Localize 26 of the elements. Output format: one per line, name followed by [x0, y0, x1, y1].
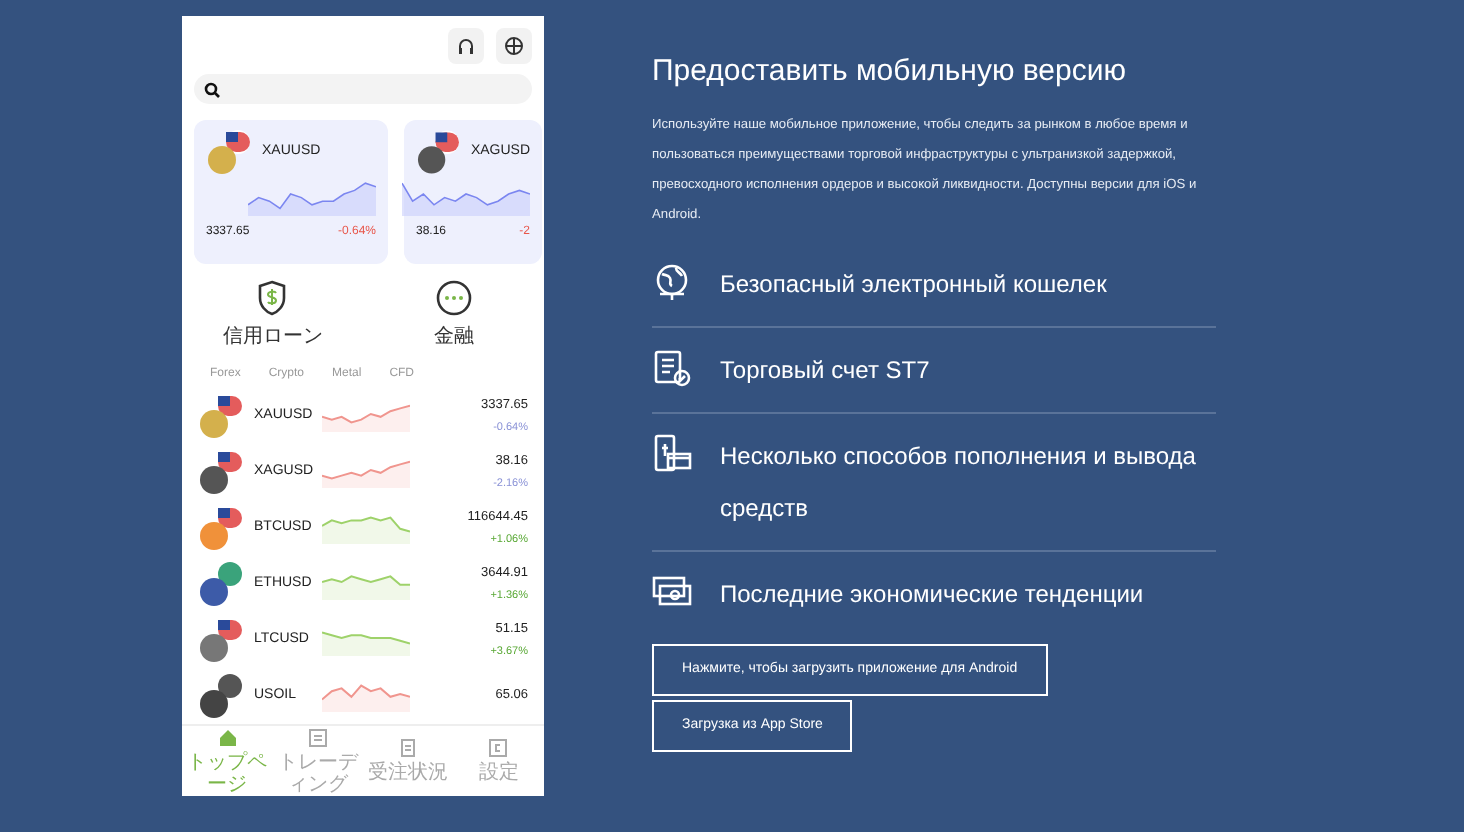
- asset-pair-icon: [198, 504, 246, 552]
- asset-pair-icon: [198, 392, 246, 440]
- search-field[interactable]: [194, 74, 532, 104]
- search-icon: [204, 81, 220, 97]
- feature-label: Торговый счет ST7: [720, 354, 930, 388]
- globe-icon: [652, 262, 692, 302]
- shield-dollar-icon[interactable]: [256, 280, 289, 316]
- more-icon[interactable]: [435, 280, 472, 316]
- headset-icon[interactable]: [448, 28, 484, 64]
- asset-pair-icon: [206, 128, 254, 176]
- feature-label: Безопасный электронный кошелек: [720, 268, 1107, 302]
- phone-card-icon: [652, 434, 692, 474]
- document-check-icon: [652, 348, 692, 388]
- asset-pair-icon: [198, 616, 246, 664]
- section-title: Предоставить мобильную версию: [652, 52, 1128, 92]
- feature-label: Несколько способов пополнения и вывода средств: [720, 440, 1198, 526]
- shortcut-label: 金融: [433, 326, 474, 348]
- globe-icon[interactable]: [496, 28, 532, 64]
- home-icon: [217, 727, 238, 747]
- document-icon: [398, 738, 419, 758]
- asset-pair-icon: [416, 128, 463, 176]
- asset-pair-icon: [198, 672, 246, 720]
- asset-pair-icon: [198, 448, 246, 496]
- shortcut-label: 信用ローン: [222, 326, 323, 348]
- feature-label: Последние экономические тенденции: [720, 578, 1144, 612]
- asset-pair-icon: [198, 560, 246, 608]
